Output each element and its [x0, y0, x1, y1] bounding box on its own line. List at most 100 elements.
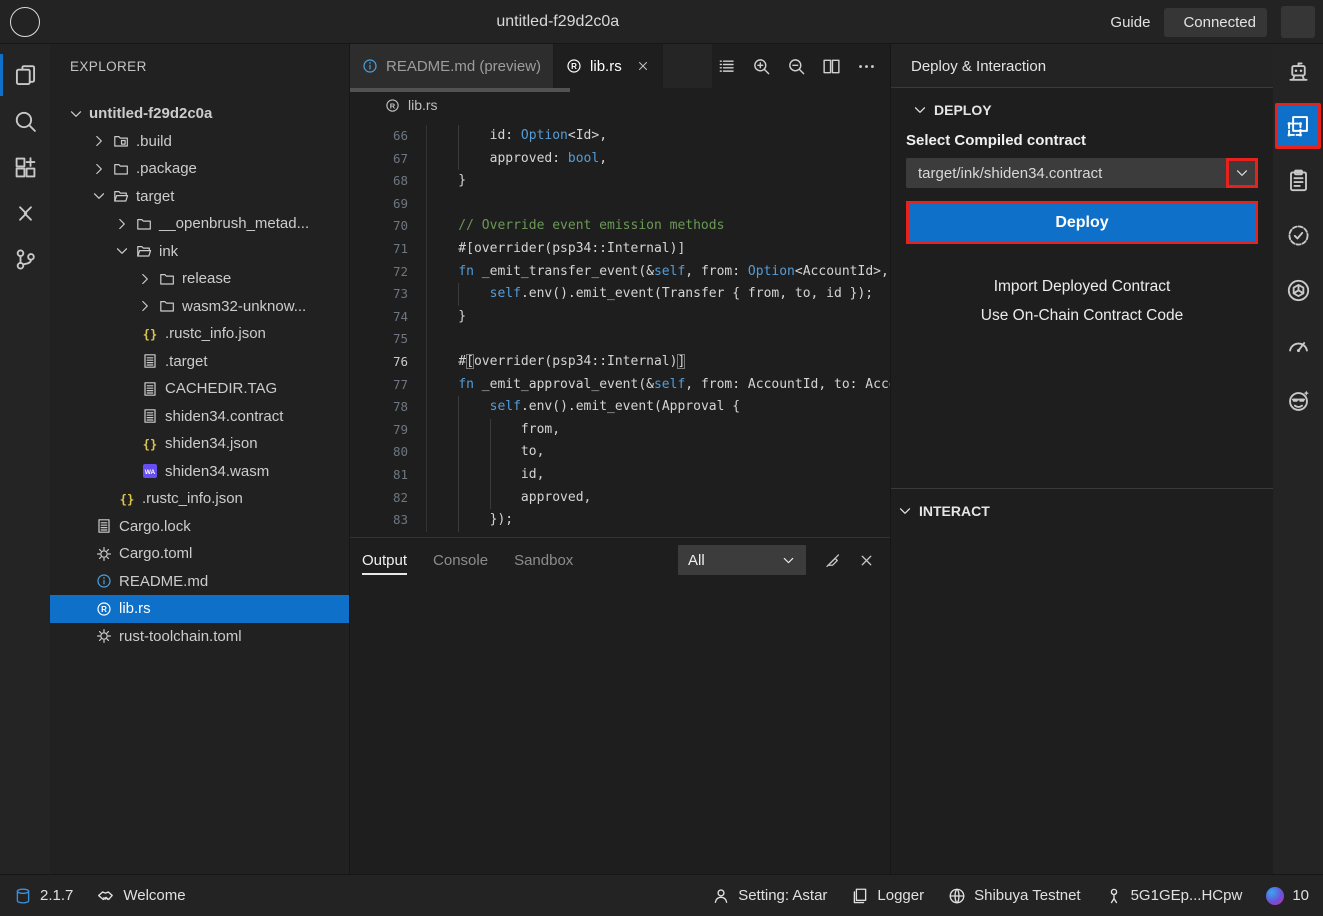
- panel-tab-sandbox[interactable]: Sandbox: [514, 538, 573, 582]
- tree-item-cargo-toml[interactable]: Cargo.toml: [50, 540, 349, 568]
- tree-item--rustc-info-json[interactable]: {}.rustc_info.json: [50, 320, 349, 348]
- tree-item--openbrush-metad-[interactable]: __openbrush_metad...: [50, 210, 349, 238]
- tree-item-untitled-f29d2c0a[interactable]: untitled-f29d2c0a: [50, 100, 349, 128]
- tree-item-cargo-lock[interactable]: Cargo.lock: [50, 513, 349, 541]
- code-line-77[interactable]: 77 fn _emit_approval_event(&self, from: …: [350, 374, 890, 397]
- tree-item-shiden34-contract[interactable]: shiden34.contract: [50, 403, 349, 431]
- status-item-version[interactable]: 2.1.7: [14, 887, 73, 905]
- panel-tab-console[interactable]: Console: [433, 538, 488, 582]
- split-editor-button[interactable]: [817, 52, 845, 80]
- indent-guide: [490, 419, 491, 442]
- code-line-78[interactable]: 78 self.env().emit_event(Approval {: [350, 396, 890, 419]
- code-line-69[interactable]: 69: [350, 193, 890, 216]
- status-item-welcome[interactable]: Welcome: [97, 887, 185, 905]
- activity-item-extensions[interactable]: [0, 144, 50, 190]
- activity-item-source-control[interactable]: [0, 236, 50, 282]
- editor-tab-readme-md-preview-[interactable]: README.md (preview): [350, 44, 554, 88]
- code-line-83[interactable]: 83 });: [350, 509, 890, 532]
- collapse-icon: [13, 201, 38, 226]
- line-number: 70: [350, 215, 408, 238]
- more-actions-button[interactable]: [852, 52, 880, 80]
- tree-item-target[interactable]: target: [50, 183, 349, 211]
- tree-item-wasm32-unknow-[interactable]: wasm32-unknow...: [50, 293, 349, 321]
- tree-item-release[interactable]: release: [50, 265, 349, 293]
- activity-item-clipboard[interactable]: [1273, 153, 1323, 208]
- json-icon: {}: [141, 325, 158, 342]
- output-filter-select[interactable]: All: [678, 545, 806, 575]
- tree-item-ink[interactable]: ink: [50, 238, 349, 266]
- status-item-logger[interactable]: Logger: [851, 887, 924, 905]
- code-line-66[interactable]: 66 id: Option<Id>,: [350, 125, 890, 148]
- status-item-account[interactable]: 5G1GEp...HCpw: [1105, 887, 1243, 905]
- tree-item--package[interactable]: .package: [50, 155, 349, 183]
- activity-item-fun[interactable]: [1273, 373, 1323, 428]
- tabbar-scrollbar[interactable]: [350, 88, 570, 92]
- gear-icon: [95, 545, 112, 562]
- select-chevron-annotation[interactable]: [1226, 158, 1258, 188]
- status-item-label: 10: [1292, 887, 1309, 904]
- tree-item-readme-md[interactable]: README.md: [50, 568, 349, 596]
- activity-item-verify[interactable]: [1273, 208, 1323, 263]
- code-line-67[interactable]: 67 approved: bool,: [350, 148, 890, 171]
- zoom-in-button[interactable]: [747, 52, 775, 80]
- avatar[interactable]: [1281, 6, 1315, 38]
- tree-item-shiden34-json[interactable]: {}shiden34.json: [50, 430, 349, 458]
- tree-item--rustc-info-json[interactable]: {}.rustc_info.json: [50, 485, 349, 513]
- editor-tab-lib-rs[interactable]: Rlib.rs: [554, 44, 663, 88]
- code-line-71[interactable]: 71 #[overrider(psp34::Internal)]: [350, 238, 890, 261]
- clear-output-button[interactable]: [820, 548, 844, 572]
- deploy-link-1[interactable]: Use On-Chain Contract Code: [981, 307, 1183, 325]
- outline-button[interactable]: [712, 52, 740, 80]
- tree-item-lib-rs[interactable]: Rlib.rs: [50, 595, 349, 623]
- status-item-network[interactable]: Shibuya Testnet: [948, 887, 1080, 905]
- status-item-balance[interactable]: 10: [1266, 887, 1309, 905]
- file-icon: [141, 353, 158, 370]
- line-content: self.env().emit_event(Transfer { from, t…: [426, 283, 890, 306]
- guide-button[interactable]: Guide: [1103, 14, 1150, 31]
- code-line-81[interactable]: 81 id,: [350, 464, 890, 487]
- tree-item-label: release: [182, 270, 231, 287]
- compiled-contract-select[interactable]: target/ink/shiden34.contract: [906, 158, 1258, 188]
- code-editor[interactable]: 66 id: Option<Id>,67 approved: bool,68 }…: [350, 122, 890, 537]
- interact-section-header[interactable]: INTERACT: [891, 488, 1273, 523]
- close-icon[interactable]: [636, 59, 650, 73]
- zoom-out-button[interactable]: [782, 52, 810, 80]
- tree-item-rust-toolchain-toml[interactable]: rust-toolchain.toml: [50, 623, 349, 651]
- code-line-70[interactable]: 70 // Override event emission methods: [350, 215, 890, 238]
- tree-item-shiden34-wasm[interactable]: WAshiden34.wasm: [50, 458, 349, 486]
- activity-item-collapse[interactable]: [0, 190, 50, 236]
- activity-item-benchmark[interactable]: [1273, 318, 1323, 373]
- deploy-button-annotation: Deploy: [906, 201, 1258, 244]
- deploy-section-header[interactable]: DEPLOY: [906, 88, 1258, 122]
- activity-item-search[interactable]: [0, 98, 50, 144]
- line-number: 71: [350, 238, 408, 261]
- activity-item-deploy-interaction[interactable]: [1275, 103, 1321, 149]
- tree-item-cachedir-tag[interactable]: CACHEDIR.TAG: [50, 375, 349, 403]
- interact-section-title: INTERACT: [919, 503, 990, 519]
- code-line-82[interactable]: 82 approved,: [350, 487, 890, 510]
- info-icon: [362, 58, 378, 74]
- tree-item--build[interactable]: .build: [50, 128, 349, 156]
- tab-label: lib.rs: [590, 58, 622, 75]
- code-line-75[interactable]: 75: [350, 328, 890, 351]
- code-line-76[interactable]: 76 #[overrider(psp34::Internal)]: [350, 351, 890, 374]
- activity-item-openai[interactable]: [1273, 263, 1323, 318]
- panel-tab-output[interactable]: Output: [362, 538, 407, 582]
- code-line-80[interactable]: 80 to,: [350, 441, 890, 464]
- activity-item-assistant[interactable]: [1273, 44, 1323, 99]
- close-panel-button[interactable]: [854, 548, 878, 572]
- code-line-72[interactable]: 72 fn _emit_transfer_event(&self, from: …: [350, 261, 890, 284]
- deploy-link-0[interactable]: Import Deployed Contract: [994, 278, 1171, 296]
- breadcrumb[interactable]: R lib.rs: [350, 88, 890, 122]
- tree-item--target[interactable]: .target: [50, 348, 349, 376]
- code-line-73[interactable]: 73 self.env().emit_event(Transfer { from…: [350, 283, 890, 306]
- deploy-button[interactable]: Deploy: [909, 204, 1255, 241]
- connected-badge[interactable]: Connected: [1164, 8, 1267, 37]
- code-line-68[interactable]: 68 }: [350, 170, 890, 193]
- activity-item-explorer[interactable]: [0, 52, 50, 98]
- status-item-setting[interactable]: Setting: Astar: [712, 887, 827, 905]
- code-line-79[interactable]: 79 from,: [350, 419, 890, 442]
- chevron-down-icon: [114, 243, 131, 260]
- code-line-74[interactable]: 74 }: [350, 306, 890, 329]
- back-button[interactable]: [10, 7, 40, 37]
